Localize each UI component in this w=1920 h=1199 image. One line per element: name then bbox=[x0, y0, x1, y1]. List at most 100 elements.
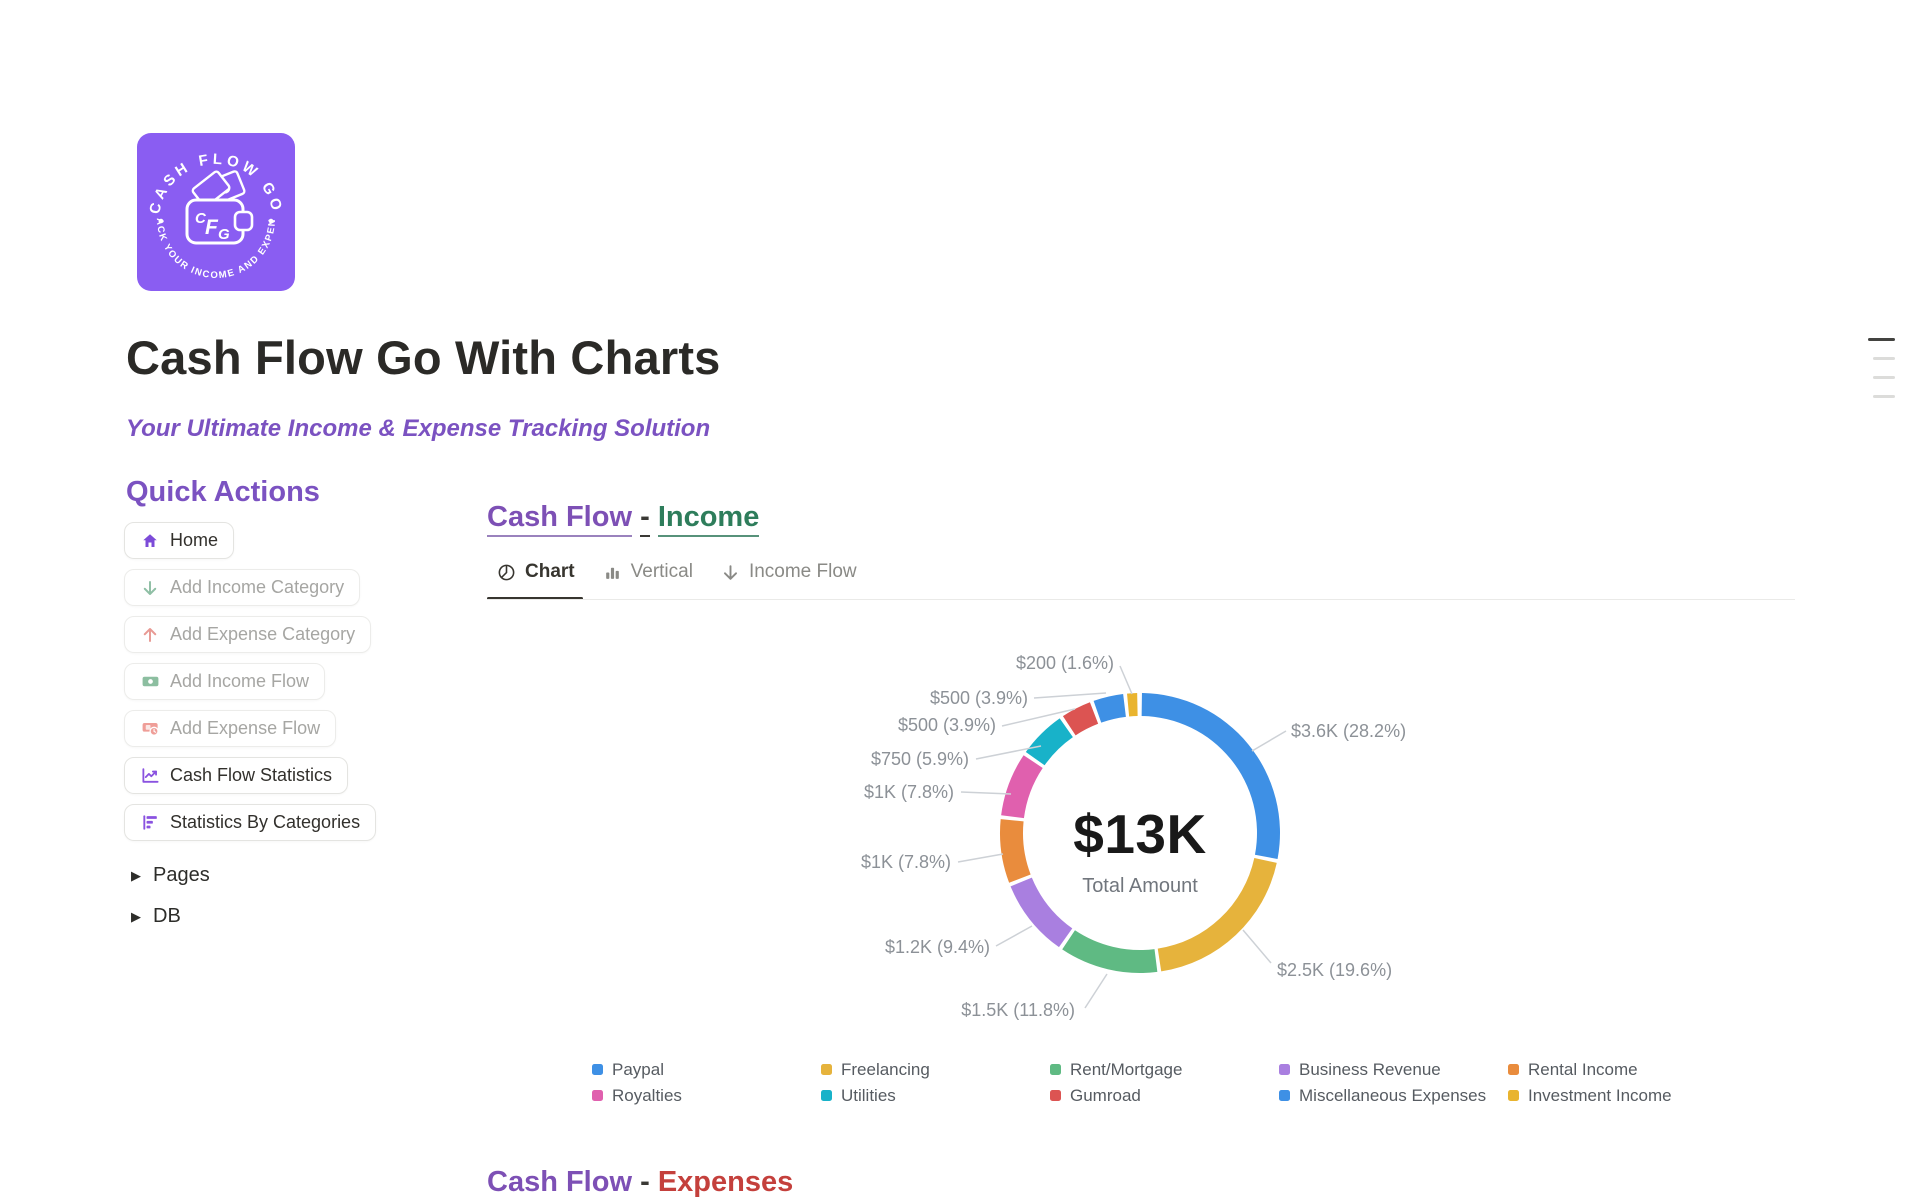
bar-chart-horizontal-icon bbox=[140, 813, 160, 833]
legend-label: Paypal bbox=[612, 1060, 664, 1080]
add-expense-flow-button[interactable]: Add Expense Flow bbox=[124, 710, 336, 747]
expenses-section-heading: Cash Flow - Expenses bbox=[487, 1166, 793, 1199]
legend-swatch bbox=[1508, 1064, 1519, 1075]
cash-flow-statistics-label: Cash Flow Statistics bbox=[170, 765, 332, 786]
tab-vertical[interactable]: Vertical bbox=[603, 561, 693, 583]
table-of-contents-indicator bbox=[1868, 338, 1895, 398]
heading-income-link[interactable]: Income bbox=[658, 501, 760, 537]
callout-line bbox=[1243, 930, 1271, 963]
line-chart-icon bbox=[140, 766, 160, 786]
heading-cash-flow-link[interactable]: Cash Flow bbox=[487, 501, 632, 537]
svg-text:F: F bbox=[205, 216, 219, 239]
callout-line bbox=[1252, 731, 1286, 751]
legend-label: Business Revenue bbox=[1299, 1060, 1441, 1080]
donut-slice-royalties[interactable] bbox=[1001, 755, 1043, 818]
donut-slice-utilities[interactable] bbox=[1026, 718, 1073, 765]
chart-legend: Paypal Freelancing Rent/Mortgage Business R… bbox=[592, 1058, 1737, 1107]
sidebar-item-db[interactable]: ▶ DB bbox=[131, 905, 181, 928]
banknote-clock-icon bbox=[140, 719, 160, 739]
slice-callout: $500 (3.9%) bbox=[930, 688, 1028, 708]
legend-item-utilities[interactable]: Utilities bbox=[821, 1084, 1050, 1107]
svg-text:G: G bbox=[218, 226, 230, 243]
arrow-up-icon bbox=[140, 625, 160, 645]
legend-swatch bbox=[1050, 1064, 1061, 1075]
donut-slice-gumroad[interactable] bbox=[1063, 702, 1098, 735]
cash-flow-statistics-button[interactable]: Cash Flow Statistics bbox=[124, 757, 348, 794]
pages-label: Pages bbox=[153, 864, 210, 887]
page-logo[interactable]: CASH FLOW GO TRACK YOUR INCOME AND EXPEN… bbox=[137, 133, 295, 291]
legend-swatch bbox=[592, 1064, 603, 1075]
callout-line bbox=[996, 926, 1032, 946]
slice-callout: $200 (1.6%) bbox=[1016, 653, 1114, 673]
statistics-by-categories-button[interactable]: Statistics By Categories bbox=[124, 804, 376, 841]
donut-slice-paypal[interactable] bbox=[1142, 693, 1280, 859]
callout-line bbox=[958, 854, 1003, 862]
callout-line bbox=[961, 792, 1011, 794]
toc-line[interactable] bbox=[1868, 338, 1895, 341]
toc-line[interactable] bbox=[1873, 376, 1895, 379]
legend-item-paypal[interactable]: Paypal bbox=[592, 1058, 821, 1081]
sidebar-item-pages[interactable]: ▶ Pages bbox=[131, 864, 210, 887]
banknote-icon bbox=[140, 672, 160, 692]
legend-swatch bbox=[1279, 1064, 1290, 1075]
legend-label: Rental Income bbox=[1528, 1060, 1638, 1080]
triangle-right-icon[interactable]: ▶ bbox=[131, 868, 141, 884]
arrow-down-icon bbox=[140, 578, 160, 598]
legend-label: Freelancing bbox=[841, 1060, 930, 1080]
legend-label: Rent/Mortgage bbox=[1070, 1060, 1182, 1080]
legend-item-rental-income[interactable]: Rental Income bbox=[1508, 1058, 1737, 1081]
legend-item-investment-income[interactable]: Investment Income bbox=[1508, 1084, 1737, 1107]
income-section-heading: Cash Flow - Income bbox=[487, 501, 759, 534]
slice-callout: $1K (7.8%) bbox=[861, 852, 951, 872]
toc-line[interactable] bbox=[1873, 357, 1895, 360]
legend-swatch bbox=[1508, 1090, 1519, 1101]
triangle-right-icon[interactable]: ▶ bbox=[131, 909, 141, 925]
legend-label: Utilities bbox=[841, 1086, 896, 1106]
legend-item-freelancing[interactable]: Freelancing bbox=[821, 1058, 1050, 1081]
add-income-category-button[interactable]: Add Income Category bbox=[124, 569, 360, 606]
heading-cash-flow-link[interactable]: Cash Flow bbox=[487, 1166, 632, 1198]
legend-item-rent-mortgage[interactable]: Rent/Mortgage bbox=[1050, 1058, 1279, 1081]
add-expense-category-button[interactable]: Add Expense Category bbox=[124, 616, 371, 653]
donut-slice-business-revenue[interactable] bbox=[1011, 878, 1073, 948]
toc-line[interactable] bbox=[1873, 395, 1895, 398]
donut-slice-miscellaneous-expenses[interactable] bbox=[1094, 694, 1126, 723]
slice-callout: $500 (3.9%) bbox=[898, 715, 996, 735]
home-button[interactable]: Home bbox=[124, 522, 234, 559]
slice-callout: $1.2K (9.4%) bbox=[885, 937, 990, 957]
add-income-category-label: Add Income Category bbox=[170, 577, 344, 598]
slice-callout: $2.5K (19.6%) bbox=[1277, 960, 1392, 980]
slice-callout: $1K (7.8%) bbox=[864, 782, 954, 802]
legend-label: Royalties bbox=[612, 1086, 682, 1106]
legend-swatch bbox=[821, 1090, 832, 1101]
legend-item-gumroad[interactable]: Gumroad bbox=[1050, 1084, 1279, 1107]
legend-swatch bbox=[821, 1064, 832, 1075]
statistics-by-categories-label: Statistics By Categories bbox=[170, 812, 360, 833]
add-income-flow-button[interactable]: Add Income Flow bbox=[124, 663, 325, 700]
tab-chart[interactable]: Chart bbox=[497, 561, 575, 583]
add-expense-flow-label: Add Expense Flow bbox=[170, 718, 320, 739]
legend-item-business-revenue[interactable]: Business Revenue bbox=[1279, 1058, 1508, 1081]
donut-slice-freelancing[interactable] bbox=[1158, 858, 1277, 971]
donut-slice-rent-mortgage[interactable] bbox=[1062, 930, 1157, 973]
tab-income-flow[interactable]: Income Flow bbox=[721, 561, 857, 583]
heading-expenses-link[interactable]: Expenses bbox=[658, 1166, 793, 1198]
callout-line bbox=[1085, 974, 1107, 1008]
slice-callout: $3.6K (28.2%) bbox=[1291, 721, 1406, 741]
slice-callout: $1.5K (11.8%) bbox=[961, 1000, 1075, 1020]
page-subtitle: Your Ultimate Income & Expense Tracking … bbox=[126, 415, 710, 443]
donut-slice-rental-income[interactable] bbox=[1000, 819, 1031, 883]
add-expense-category-label: Add Expense Category bbox=[170, 624, 355, 645]
home-icon bbox=[140, 531, 160, 551]
db-label: DB bbox=[153, 905, 181, 928]
callout-line bbox=[1120, 666, 1132, 694]
donut-slice-investment-income[interactable] bbox=[1127, 693, 1138, 716]
legend-label: Miscellaneous Expenses bbox=[1299, 1086, 1486, 1106]
slice-callout: $750 (5.9%) bbox=[871, 749, 969, 769]
legend-item-miscellaneous-expenses[interactable]: Miscellaneous Expenses bbox=[1279, 1084, 1508, 1107]
callout-line bbox=[1034, 693, 1106, 698]
add-income-flow-label: Add Income Flow bbox=[170, 671, 309, 692]
legend-label: Investment Income bbox=[1528, 1086, 1672, 1106]
legend-item-royalties[interactable]: Royalties bbox=[592, 1084, 821, 1107]
legend-swatch bbox=[1050, 1090, 1061, 1101]
